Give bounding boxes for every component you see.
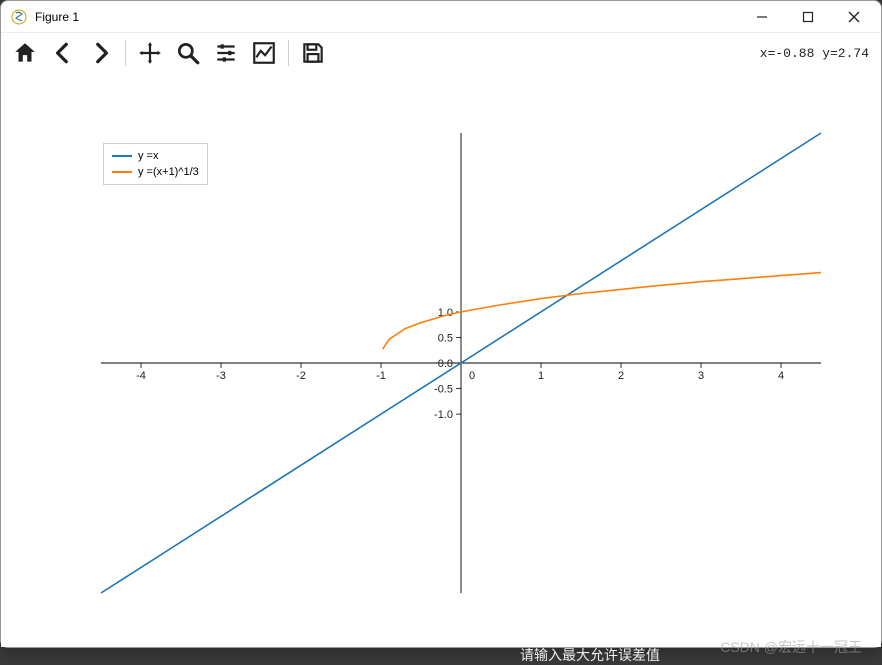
configure-subplots-button[interactable]: [208, 36, 244, 70]
svg-text:3: 3: [698, 370, 704, 382]
svg-text:2: 2: [618, 370, 624, 382]
python-icon: [11, 9, 27, 25]
svg-text:-1: -1: [376, 370, 386, 382]
svg-text:-3: -3: [216, 370, 226, 382]
legend-label: y =(x+1)^1/3: [138, 166, 199, 178]
toolbar-separator: [288, 40, 289, 66]
zoom-button[interactable]: [170, 36, 206, 70]
save-button[interactable]: [295, 36, 331, 70]
legend-item: y =x: [112, 148, 199, 164]
svg-text:0: 0: [469, 370, 475, 382]
cursor-coordinates: x=-0.88 y=2.74: [760, 46, 875, 61]
svg-text:0.5: 0.5: [438, 332, 453, 344]
svg-text:-1.0: -1.0: [434, 409, 453, 421]
svg-text:-2: -2: [296, 370, 306, 382]
maximize-button[interactable]: [785, 2, 831, 32]
forward-button[interactable]: [83, 36, 119, 70]
svg-text:4: 4: [778, 370, 784, 382]
svg-text:-4: -4: [136, 370, 146, 382]
toolbar-separator: [125, 40, 126, 66]
edit-axis-button[interactable]: [246, 36, 282, 70]
window-controls: [739, 2, 877, 32]
pan-button[interactable]: [132, 36, 168, 70]
titlebar: Figure 1: [1, 1, 881, 33]
legend-label: y =x: [138, 150, 158, 162]
legend-item: y =(x+1)^1/3: [112, 164, 199, 180]
svg-text:1: 1: [538, 370, 544, 382]
toolbar: x=-0.88 y=2.74: [1, 33, 881, 73]
back-button[interactable]: [45, 36, 81, 70]
minimize-button[interactable]: [739, 2, 785, 32]
legend-swatch: [112, 171, 132, 173]
bottom-caption: 请输入最大允许误差值: [520, 645, 660, 665]
figure-window: Figure 1: [0, 0, 882, 648]
svg-text:-0.5: -0.5: [434, 384, 453, 396]
svg-text:0.0: 0.0: [438, 358, 453, 370]
home-button[interactable]: [7, 36, 43, 70]
plot-area[interactable]: -4-3-2-101234-1.0-0.50.00.51.0 y =x y =(…: [1, 73, 881, 647]
legend-swatch: [112, 155, 132, 157]
close-button[interactable]: [831, 2, 877, 32]
legend: y =x y =(x+1)^1/3: [103, 143, 208, 185]
window-title: Figure 1: [35, 10, 739, 24]
